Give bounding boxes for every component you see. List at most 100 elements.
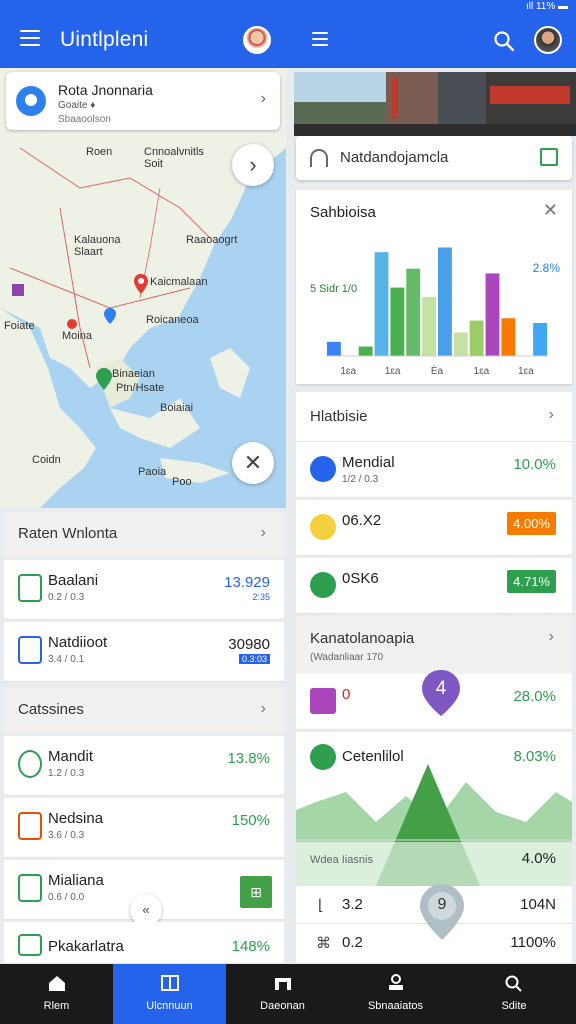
list-item[interactable]: Baalani 0.2 / 0.3 13.929 2:35 <box>4 560 284 620</box>
stat-value: 10.0% <box>513 456 556 473</box>
list-item[interactable]: Pkakarlatra 148% <box>4 922 284 964</box>
search-icon[interactable] <box>493 30 515 52</box>
nav-home[interactable]: Rlem <box>0 964 113 1024</box>
location-card[interactable]: Rota Jnonnaria Goaite ♦ Sbaaoolson › <box>6 72 280 130</box>
area-chart-value: 4.0% <box>521 850 556 867</box>
green-pin-icon[interactable] <box>96 368 112 390</box>
section-header[interactable]: Hlatbisie › <box>296 392 572 442</box>
chart-bar <box>469 320 484 356</box>
grid-button[interactable]: ⊞ <box>240 876 272 908</box>
user-avatar[interactable] <box>534 26 562 54</box>
chart-bar <box>390 287 405 356</box>
map-label: Kaicmalaan <box>150 276 208 288</box>
list-icon[interactable] <box>312 32 328 46</box>
stat-row[interactable]: Mendial 1/2 / 0.3 10.0% <box>296 442 572 498</box>
map-icon <box>18 934 42 956</box>
nav-data[interactable]: Daeonan <box>226 964 339 1024</box>
shield-icon <box>310 456 336 482</box>
search-icon <box>505 975 522 992</box>
red-pin-icon[interactable] <box>134 274 148 294</box>
stat-value: 104N <box>520 896 556 913</box>
map-label: Roen <box>86 146 113 158</box>
list-item[interactable]: Mialiana 0.6 / 0.0 ⊞ « <box>4 860 284 926</box>
stat-value: 28.0% <box>513 688 556 705</box>
nav-browse[interactable]: Ulcnnuun <box>113 964 226 1024</box>
list-item[interactable]: Mandit 1.2 / 0.3 13.8% <box>4 736 284 796</box>
chart-tick-label: 1ɛa <box>518 366 534 377</box>
chart-bar <box>533 322 547 356</box>
grey-marker[interactable]: 9 <box>420 884 464 940</box>
chart-tick-label: Ѐa <box>431 364 444 377</box>
section-title: Hlatbisie <box>310 408 368 425</box>
headset-icon <box>310 149 328 167</box>
stat-row[interactable]: 06.X2 4.00% <box>296 500 572 556</box>
blue-pin-icon[interactable] <box>104 308 116 324</box>
list-item[interactable]: Natdiioot 3.4 / 0.1 30980 0.3:03 <box>4 622 284 682</box>
nav-label: Sbnaaiatos <box>367 1000 424 1012</box>
link-icon: ⌘ <box>316 935 331 952</box>
map-label: Boiaiai <box>160 402 194 414</box>
item-sub: 0.2 / 0.3 <box>48 592 85 603</box>
stat-sub: 1/2 / 0.3 <box>342 474 379 485</box>
red-pin-icon[interactable] <box>66 318 78 332</box>
edit-icon[interactable] <box>540 148 558 166</box>
item-name: Pkakarlatra <box>48 938 124 955</box>
stat-row[interactable]: 0SK6 4.71% <box>296 558 572 614</box>
item-value: 148% <box>231 938 270 955</box>
map-label: Binaeian <box>112 368 155 380</box>
location-line1: Goaite ♦ <box>58 100 96 111</box>
area-chart <box>296 764 572 886</box>
network-icon <box>388 974 403 990</box>
chart-bar <box>485 273 500 356</box>
map-label: Poo <box>172 476 192 488</box>
stat-value: 1100% <box>510 934 556 951</box>
directions-button[interactable]: › <box>232 144 274 186</box>
list-item[interactable]: Nedsina 3.6 / 0.3 150% <box>4 798 284 858</box>
purple-pin-icon[interactable] <box>12 284 24 298</box>
marker-label: 9 <box>437 896 447 913</box>
map-label: Raaoaogrt <box>186 234 238 246</box>
search-card[interactable]: Natdandojamcla <box>296 136 572 180</box>
map-label: Cnnoalvnitls Soit <box>144 146 204 170</box>
stat-name: 0SK6 <box>342 570 379 587</box>
home-icon <box>48 976 65 991</box>
stat-name: 06.X2 <box>342 512 382 529</box>
circle-icon <box>18 750 42 778</box>
coin-icon <box>310 514 336 540</box>
app-title: Uintlpleni <box>60 28 149 51</box>
purple-marker[interactable]: 4 <box>422 670 460 716</box>
chart-bar <box>422 297 436 356</box>
stat-name: 3.2 <box>342 896 363 913</box>
map-label: Ptn/Hsate <box>116 382 165 394</box>
location-line2: Sbaaoolson <box>58 114 111 125</box>
map-label: Roicaneoa <box>146 314 199 326</box>
nav-label: Rlem <box>43 1000 70 1012</box>
chart-bar <box>517 320 532 356</box>
section-header[interactable]: Catssines › <box>4 688 284 732</box>
close-map-button[interactable]: ✕ <box>232 442 274 484</box>
status-text: ıll 11% ▬ <box>525 1 568 12</box>
street-photo <box>294 72 576 136</box>
map-view[interactable]: Rota Jnonnaria Goaite ♦ Sbaaoolson › Roe… <box>0 68 286 508</box>
nav-search[interactable]: Sdite <box>452 964 576 1024</box>
gallery-icon <box>310 688 336 714</box>
nav-services[interactable]: Sbnaaiatos <box>339 964 452 1024</box>
chart-icon <box>18 874 42 902</box>
chart-bar <box>453 332 468 356</box>
avatar[interactable] <box>243 26 271 54</box>
location-pin-icon <box>16 86 46 116</box>
chart-annotation: 5 Sidr 1/0 <box>310 283 357 295</box>
section-header[interactable]: Kanatolanoapia (Wadanliaar 170 › <box>296 616 572 674</box>
section-title: Kanatolanoapia <box>310 630 415 647</box>
chart-bar <box>406 268 421 356</box>
chart-annotation: 2.8% <box>533 261 561 275</box>
chart-tick-label: 1ɛa <box>474 366 490 377</box>
section-header[interactable]: Raten Wnlonta › <box>4 512 284 556</box>
chart-tick-label: 1ɛa <box>340 366 356 377</box>
close-icon[interactable]: ✕ <box>543 200 558 221</box>
item-value: 150% <box>231 812 270 829</box>
item-subvalue: 2:35 <box>252 592 270 602</box>
item-name: Baalani <box>48 572 99 589</box>
menu-icon[interactable] <box>20 30 40 48</box>
building-icon <box>18 574 42 602</box>
